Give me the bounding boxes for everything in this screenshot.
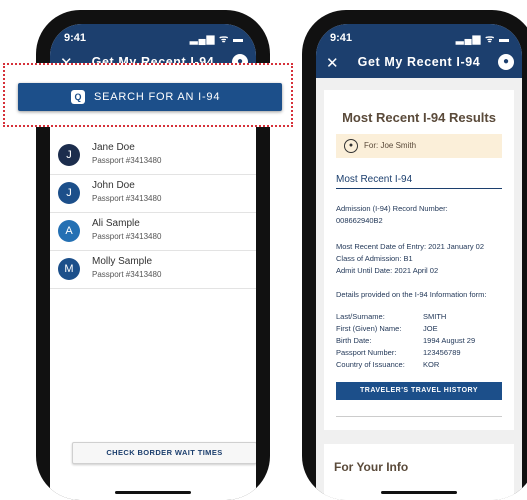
traveler-passport: Passport #3413480 bbox=[92, 270, 162, 279]
traveler-passport: Passport #3413480 bbox=[92, 232, 162, 241]
search-button-label: SEARCH FOR AN I-94 bbox=[94, 91, 221, 103]
check-border-wait-times-button[interactable]: CHECK BORDER WAIT TIMES bbox=[72, 442, 256, 464]
admit-until-date: Admit Until Date: 2021 April 02 bbox=[336, 266, 439, 275]
entry-date: Most Recent Date of Entry: 2021 January … bbox=[336, 242, 484, 251]
results-title: Most Recent I-94 Results bbox=[342, 110, 496, 125]
page-title: Get My Recent I-94 bbox=[357, 55, 481, 69]
search-for-i94-button[interactable]: Q SEARCH FOR AN I-94 bbox=[18, 83, 282, 111]
right-screen: 9:41 ▂▄▆ ᯤ ▬ ✕ Get My Recent I-94 ● Most… bbox=[316, 24, 522, 500]
traveler-row[interactable]: M Molly Sample Passport #3413480 bbox=[50, 250, 256, 289]
traveler-banner: ● For: Joe Smith bbox=[336, 134, 502, 158]
traveler-avatar: A bbox=[58, 220, 80, 242]
traveler-name: John Doe bbox=[92, 180, 135, 191]
results-card: Most Recent I-94 Results ● For: Joe Smit… bbox=[324, 90, 514, 430]
traveler-row[interactable]: J John Doe Passport #3413480 bbox=[50, 174, 256, 213]
traveler-passport: Passport #3413480 bbox=[92, 156, 162, 165]
traveler-passport: Passport #3413480 bbox=[92, 194, 162, 203]
right-phone: 9:41 ▂▄▆ ᯤ ▬ ✕ Get My Recent I-94 ● Most… bbox=[302, 10, 527, 500]
traveler-row[interactable]: A Ali Sample Passport #3413480 bbox=[50, 212, 256, 251]
field-label: Passport Number: bbox=[336, 348, 397, 357]
traveler-name: Ali Sample bbox=[92, 218, 140, 229]
field-value: 123456789 bbox=[423, 348, 461, 357]
traveler-avatar: J bbox=[58, 144, 80, 166]
home-indicator[interactable] bbox=[381, 491, 457, 494]
field-label: First (Given) Name: bbox=[336, 324, 402, 333]
traveler-name: Jane Doe bbox=[92, 142, 135, 153]
signal-wifi-battery-icon: ▂▄▆ ᯤ ▬ bbox=[455, 34, 510, 45]
field-label: Last/Surname: bbox=[336, 312, 385, 321]
travel-history-button[interactable]: TRAVELER'S TRAVEL HISTORY bbox=[336, 382, 502, 400]
status-time: 9:41 bbox=[330, 32, 353, 44]
section-heading: Most Recent I-94 bbox=[336, 174, 502, 189]
admission-number: 008662940B2 bbox=[336, 216, 383, 225]
info-title: For Your Info bbox=[334, 460, 409, 474]
field-value: JOE bbox=[423, 324, 438, 333]
class-of-admission: Class of Admission: B1 bbox=[336, 254, 413, 263]
search-icon: Q bbox=[71, 90, 85, 104]
traveler-for-label: For: Joe Smith bbox=[364, 141, 417, 150]
field-label: Country of Issuance: bbox=[336, 360, 405, 369]
profile-icon[interactable]: ● bbox=[498, 54, 514, 70]
field-value: KOR bbox=[423, 360, 440, 369]
traveler-row[interactable]: J Jane Doe Passport #3413480 bbox=[50, 136, 256, 175]
search-highlight: Q SEARCH FOR AN I-94 bbox=[3, 63, 293, 127]
field-value: SMITH bbox=[423, 312, 447, 321]
field-value: 1994 August 29 bbox=[423, 336, 476, 345]
user-icon: ● bbox=[344, 139, 358, 153]
divider bbox=[336, 416, 502, 417]
admission-label: Admission (I-94) Record Number: bbox=[336, 204, 448, 213]
signal-wifi-battery-icon: ▂▄▆ ᯤ ▬ bbox=[189, 34, 244, 45]
traveler-avatar: M bbox=[58, 258, 80, 280]
status-bar: 9:41 ▂▄▆ ᯤ ▬ bbox=[316, 24, 522, 48]
details-note: Details provided on the I-94 Information… bbox=[336, 290, 487, 299]
header-bar: ✕ Get My Recent I-94 ● bbox=[316, 48, 522, 78]
traveler-avatar: J bbox=[58, 182, 80, 204]
traveler-name: Molly Sample bbox=[92, 256, 153, 267]
home-indicator[interactable] bbox=[115, 491, 191, 494]
status-bar: 9:41 ▂▄▆ ᯤ ▬ bbox=[50, 24, 256, 48]
field-label: Birth Date: bbox=[336, 336, 372, 345]
status-time: 9:41 bbox=[64, 32, 87, 44]
